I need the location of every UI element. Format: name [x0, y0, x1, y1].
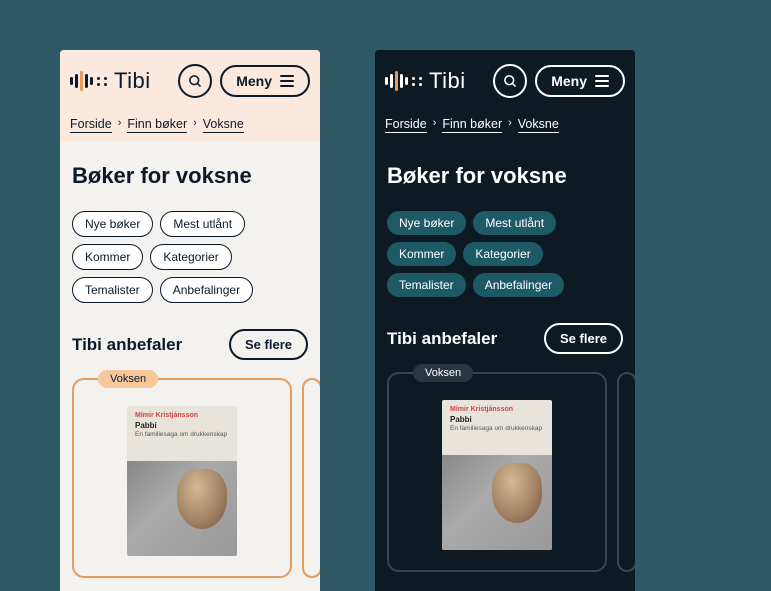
see-all-button[interactable]: Se flere — [544, 323, 623, 354]
search-button[interactable] — [493, 64, 527, 98]
header: Tibi Meny — [60, 50, 320, 108]
book-carousel[interactable]: Voksen Mímir Kristjánsson Pabbi En famil… — [387, 372, 623, 572]
chevron-right-icon: › — [433, 117, 437, 133]
filter-list: Nye bøker Mest utlånt Kommer Kategorier … — [72, 211, 308, 303]
page-title: Bøker for voksne — [387, 163, 623, 189]
filter-pill[interactable]: Kategorier — [463, 242, 542, 266]
search-icon — [503, 74, 518, 89]
filter-pill[interactable]: Temalister — [72, 277, 153, 303]
menu-button[interactable]: Meny — [220, 65, 310, 97]
book-cover: Mímir Kristjánsson Pabbi En familiesaga … — [127, 406, 237, 556]
book-carousel[interactable]: Voksen Mímir Kristjánsson Pabbi En famil… — [72, 378, 308, 578]
book-title: Pabbi — [450, 415, 544, 425]
brand-name: Tibi — [429, 68, 466, 94]
logo-icon — [385, 69, 423, 93]
section-header: Tibi anbefaler Se flere — [387, 323, 623, 354]
main: Bøker for voksne Nye bøker Mest utlånt K… — [60, 141, 320, 591]
menu-icon — [595, 75, 609, 87]
menu-label: Meny — [551, 73, 587, 89]
menu-label: Meny — [236, 73, 272, 89]
breadcrumb-item[interactable]: Forside — [385, 117, 427, 133]
menu-button[interactable]: Meny — [535, 65, 625, 97]
category-tag: Voksen — [413, 364, 473, 382]
search-button[interactable] — [178, 64, 212, 98]
page-title: Bøker for voksne — [72, 163, 308, 189]
chevron-right-icon: › — [508, 117, 512, 133]
filter-list: Nye bøker Mest utlånt Kommer Kategorier … — [387, 211, 623, 297]
breadcrumb-item[interactable]: Voksne — [518, 117, 559, 133]
book-card[interactable]: Voksen Mímir Kristjánsson Pabbi En famil… — [72, 378, 292, 578]
section-title: Tibi anbefaler — [387, 329, 497, 349]
filter-pill[interactable]: Nye bøker — [387, 211, 466, 235]
filter-pill[interactable]: Kategorier — [150, 244, 231, 270]
book-author: Mímir Kristjánsson — [450, 406, 544, 414]
filter-pill[interactable]: Kommer — [387, 242, 456, 266]
book-card[interactable]: Voksen Mímir Kristjánsson Pabbi En famil… — [387, 372, 607, 572]
see-all-button[interactable]: Se flere — [229, 329, 308, 360]
book-author: Mímir Kristjánsson — [135, 412, 229, 420]
logo[interactable]: Tibi — [385, 68, 466, 94]
breadcrumb-item[interactable]: Finn bøker — [127, 117, 187, 133]
filter-pill[interactable]: Nye bøker — [72, 211, 153, 237]
chevron-right-icon: › — [193, 117, 197, 133]
menu-icon — [280, 75, 294, 87]
filter-pill[interactable]: Mest utlånt — [160, 211, 245, 237]
book-card[interactable] — [617, 372, 635, 572]
filter-pill[interactable]: Mest utlånt — [473, 211, 556, 235]
logo-icon — [70, 69, 108, 93]
book-title: Pabbi — [135, 421, 229, 431]
filter-pill[interactable]: Anbefalinger — [473, 273, 564, 297]
book-card[interactable] — [302, 378, 320, 578]
category-tag: Voksen — [98, 370, 158, 388]
breadcrumb-item[interactable]: Voksne — [203, 117, 244, 133]
book-subtitle: En familiesaga om drukkenskap — [135, 431, 229, 439]
brand-name: Tibi — [114, 68, 151, 94]
book-subtitle: En familiesaga om drukkenskap — [450, 425, 544, 433]
book-cover: Mímir Kristjánsson Pabbi En familiesaga … — [442, 400, 552, 550]
filter-pill[interactable]: Kommer — [72, 244, 143, 270]
filter-pill[interactable]: Temalister — [387, 273, 466, 297]
breadcrumb: Forside › Finn bøker › Voksne — [375, 108, 635, 141]
breadcrumb-item[interactable]: Finn bøker — [442, 117, 502, 133]
main: Bøker for voksne Nye bøker Mest utlånt K… — [375, 141, 635, 591]
header: Tibi Meny — [375, 50, 635, 108]
breadcrumb-item[interactable]: Forside — [70, 117, 112, 133]
dark-theme-preview: Tibi Meny Forside › Finn bøker › Voksne … — [375, 50, 635, 591]
light-theme-preview: Tibi Meny Forside › Finn bøker › Voksne … — [60, 50, 320, 591]
logo[interactable]: Tibi — [70, 68, 151, 94]
chevron-right-icon: › — [118, 117, 122, 133]
breadcrumb: Forside › Finn bøker › Voksne — [60, 108, 320, 141]
section-title: Tibi anbefaler — [72, 335, 182, 355]
search-icon — [188, 74, 203, 89]
filter-pill[interactable]: Anbefalinger — [160, 277, 253, 303]
section-header: Tibi anbefaler Se flere — [72, 329, 308, 360]
